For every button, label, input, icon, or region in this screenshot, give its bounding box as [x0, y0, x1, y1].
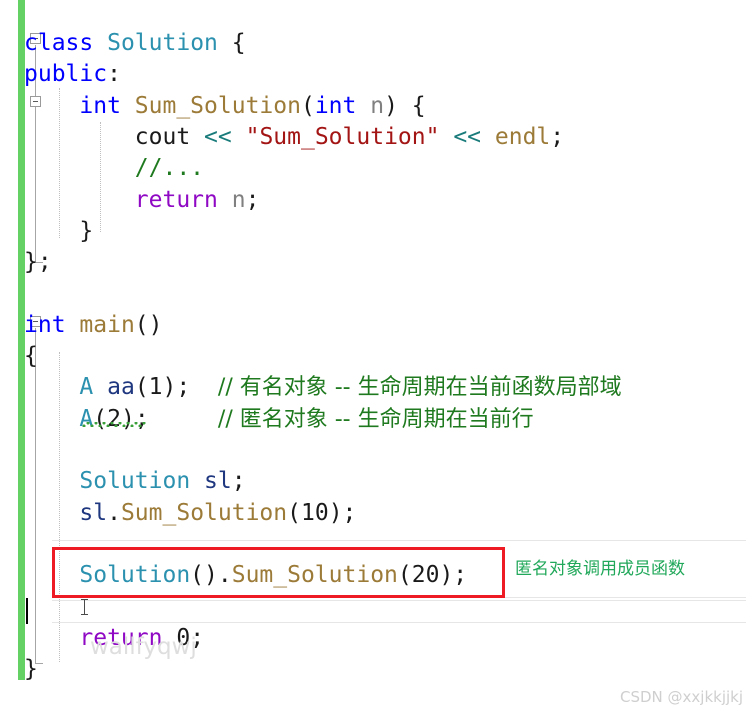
code-token: {	[217, 30, 246, 56]
code-token: class	[24, 30, 94, 56]
code-line[interactable]: };	[24, 244, 52, 280]
code-token: 20	[411, 562, 440, 589]
code-token: (	[134, 374, 149, 401]
code-line[interactable]: A(2); // 匿名对象 -- 生命周期在当前行	[24, 401, 534, 437]
code-token: .	[107, 499, 121, 526]
code-token: 10	[300, 499, 329, 526]
code-token: <<	[204, 123, 232, 150]
annotation-label: 匿名对象调用成员函数	[515, 559, 685, 579]
code-token: :	[107, 61, 121, 88]
code-token: );	[328, 499, 357, 526]
line-rule	[52, 597, 746, 598]
code-token: (	[397, 562, 412, 589]
code-token: ;	[550, 123, 565, 150]
code-line[interactable]: Solution().Sum_Solution(20);	[24, 557, 467, 593]
code-token: A	[79, 374, 94, 401]
code-token: Sum_Solution	[120, 499, 288, 526]
code-line[interactable]: sl.Sum_Solution(10);	[24, 495, 356, 531]
code-token: (	[300, 92, 315, 119]
code-token: int	[314, 92, 357, 119]
code-token: ) {	[384, 92, 426, 119]
code-token: (	[93, 405, 108, 432]
code-token: Sum_Solution	[134, 92, 301, 119]
code-token: endl	[494, 123, 551, 150]
code-editor[interactable]: class Solution { public: int Sum_Solution…	[0, 0, 746, 715]
code-token: Solution	[79, 562, 191, 589]
code-token: n	[370, 92, 385, 119]
code-token: Solution	[79, 468, 191, 495]
code-token: 1	[148, 374, 163, 401]
code-token: );	[162, 374, 218, 401]
code-token: A	[79, 405, 94, 432]
code-token: ;	[231, 468, 246, 495]
code-token: cout	[134, 123, 191, 150]
code-token: "Sum_Solution"	[245, 123, 440, 150]
code-token: ()	[134, 311, 163, 338]
current-line-top-rule	[52, 600, 746, 601]
code-token: }	[24, 656, 38, 682]
mouse-ibeam-cursor	[80, 598, 89, 616]
code-line[interactable]: int main()	[24, 307, 163, 343]
code-token: //...	[134, 155, 205, 182]
code-token: // 匿名对象 -- 生命周期在当前行	[217, 406, 534, 432]
current-line-bottom-rule	[52, 622, 746, 623]
text-caret	[26, 598, 28, 624]
code-token: {	[24, 343, 38, 369]
code-token: };	[24, 249, 52, 276]
code-token: ().	[190, 562, 232, 589]
code-token: sl	[79, 499, 108, 526]
inline-watermark: wallfyqwj	[90, 634, 197, 660]
code-token: );	[120, 405, 218, 432]
code-token: (	[287, 499, 301, 526]
code-token: Solution	[107, 30, 218, 56]
code-token: aa	[107, 374, 135, 401]
code-token: return	[134, 186, 218, 213]
code-token: // 有名对象 -- 生命周期在当前函数局部域	[217, 375, 622, 401]
line-rule	[52, 540, 746, 541]
code-token: }	[24, 217, 94, 244]
code-token: sl	[204, 468, 232, 495]
code-token: int	[24, 311, 66, 338]
corner-watermark: CSDN @xxjkkjjkj	[620, 688, 744, 706]
code-token: );	[439, 562, 468, 589]
code-token: n	[231, 186, 246, 213]
code-token: 2	[107, 405, 121, 432]
error-squiggle-underline	[82, 422, 146, 427]
code-token: int	[79, 92, 121, 119]
code-token: main	[79, 311, 135, 338]
code-token: public	[24, 61, 108, 88]
code-token: <<	[453, 123, 482, 150]
code-line[interactable]: }	[24, 651, 38, 687]
code-token: ;	[245, 186, 260, 213]
code-token: Sum_Solution	[231, 562, 398, 589]
